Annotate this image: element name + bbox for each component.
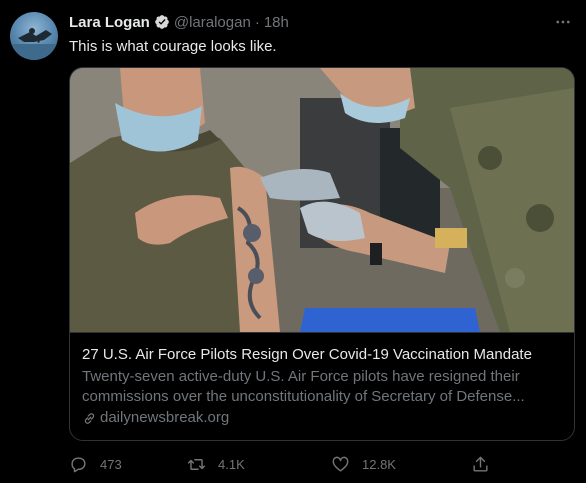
like-count: 12.8K (362, 456, 396, 472)
tweet-header: Lara Logan @laralogan · 18h (69, 12, 546, 32)
link-card[interactable]: 27 U.S. Air Force Pilots Resign Over Cov… (69, 67, 575, 441)
avatar[interactable] (10, 12, 58, 60)
more-icon[interactable] (552, 12, 574, 32)
card-title: 27 U.S. Air Force Pilots Resign Over Cov… (82, 346, 532, 363)
timestamp[interactable]: 18h (264, 14, 289, 31)
card-domain-text: dailynewsbreak.org (100, 409, 230, 426)
author-name[interactable]: Lara Logan (69, 14, 150, 31)
share-icon (473, 456, 488, 472)
retweet-button[interactable]: 4.1K (187, 452, 245, 476)
reply-button[interactable]: 473 (69, 452, 122, 476)
tweet[interactable]: Lara Logan @laralogan · 18h This is what… (0, 0, 586, 483)
retweet-count: 4.1K (218, 456, 245, 472)
like-icon (332, 456, 349, 472)
card-description: Twenty-seven active-duty U.S. Air Force … (82, 368, 525, 405)
share-button[interactable] (471, 452, 502, 476)
card-image[interactable] (70, 68, 574, 332)
tweet-actions: 473 4.1K 12.8K (69, 452, 509, 476)
link-icon (84, 412, 95, 424)
like-button[interactable]: 12.8K (331, 452, 396, 476)
author-handle[interactable]: @laralogan (174, 14, 251, 31)
card-body[interactable]: 27 U.S. Air Force Pilots Resign Over Cov… (70, 332, 574, 440)
reply-icon (71, 456, 86, 472)
separator-dot: · (254, 13, 260, 31)
tweet-text: This is what courage looks like. (69, 38, 277, 55)
retweet-icon (187, 458, 206, 470)
card-domain: dailynewsbreak.org (82, 408, 562, 428)
verified-badge-icon (154, 14, 170, 30)
reply-count: 473 (100, 456, 122, 472)
